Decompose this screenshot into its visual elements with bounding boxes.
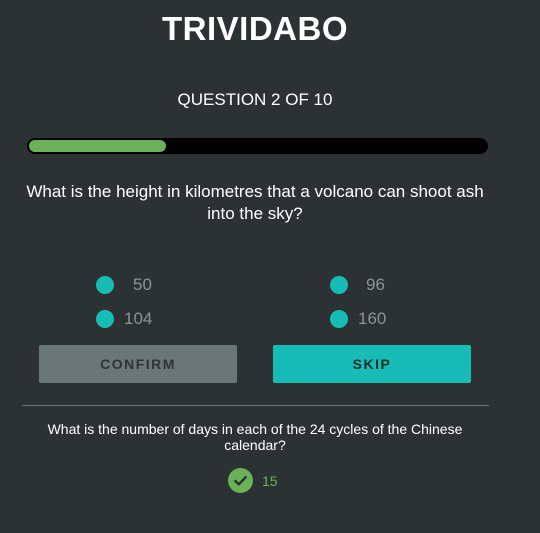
previous-answer-value: 15: [262, 472, 278, 489]
answer-label: 96: [366, 275, 385, 294]
radio-button-icon[interactable]: [96, 310, 114, 328]
check-circle-icon: [228, 468, 253, 493]
answer-option-104[interactable]: 104: [96, 309, 152, 329]
answer-option-96[interactable]: 96: [330, 275, 385, 295]
progress-bar-fill: [29, 140, 167, 152]
answer-options: 50 96 104 160: [0, 272, 540, 332]
radio-button-icon[interactable]: [96, 276, 114, 294]
divider: [22, 405, 489, 406]
progress-bar: [27, 138, 488, 154]
answer-option-50[interactable]: 50: [96, 275, 152, 295]
answer-label: 50: [133, 275, 152, 294]
previous-question-text: What is the number of days in each of th…: [47, 421, 463, 453]
answer-label: 160: [358, 309, 387, 328]
question-text: What is the height in kilometres that a …: [26, 182, 484, 223]
skip-button[interactable]: SKIP: [273, 345, 471, 383]
radio-button-icon[interactable]: [330, 310, 348, 328]
confirm-button[interactable]: CONFIRM: [39, 345, 237, 383]
question-counter: QUESTION 2 OF 10: [177, 90, 333, 109]
answer-label: 104: [124, 309, 153, 328]
radio-button-icon[interactable]: [330, 276, 348, 294]
previous-answer: 15: [228, 468, 278, 493]
answer-option-160[interactable]: 160: [330, 309, 386, 329]
app-title: TRIVIDABO: [162, 10, 348, 47]
